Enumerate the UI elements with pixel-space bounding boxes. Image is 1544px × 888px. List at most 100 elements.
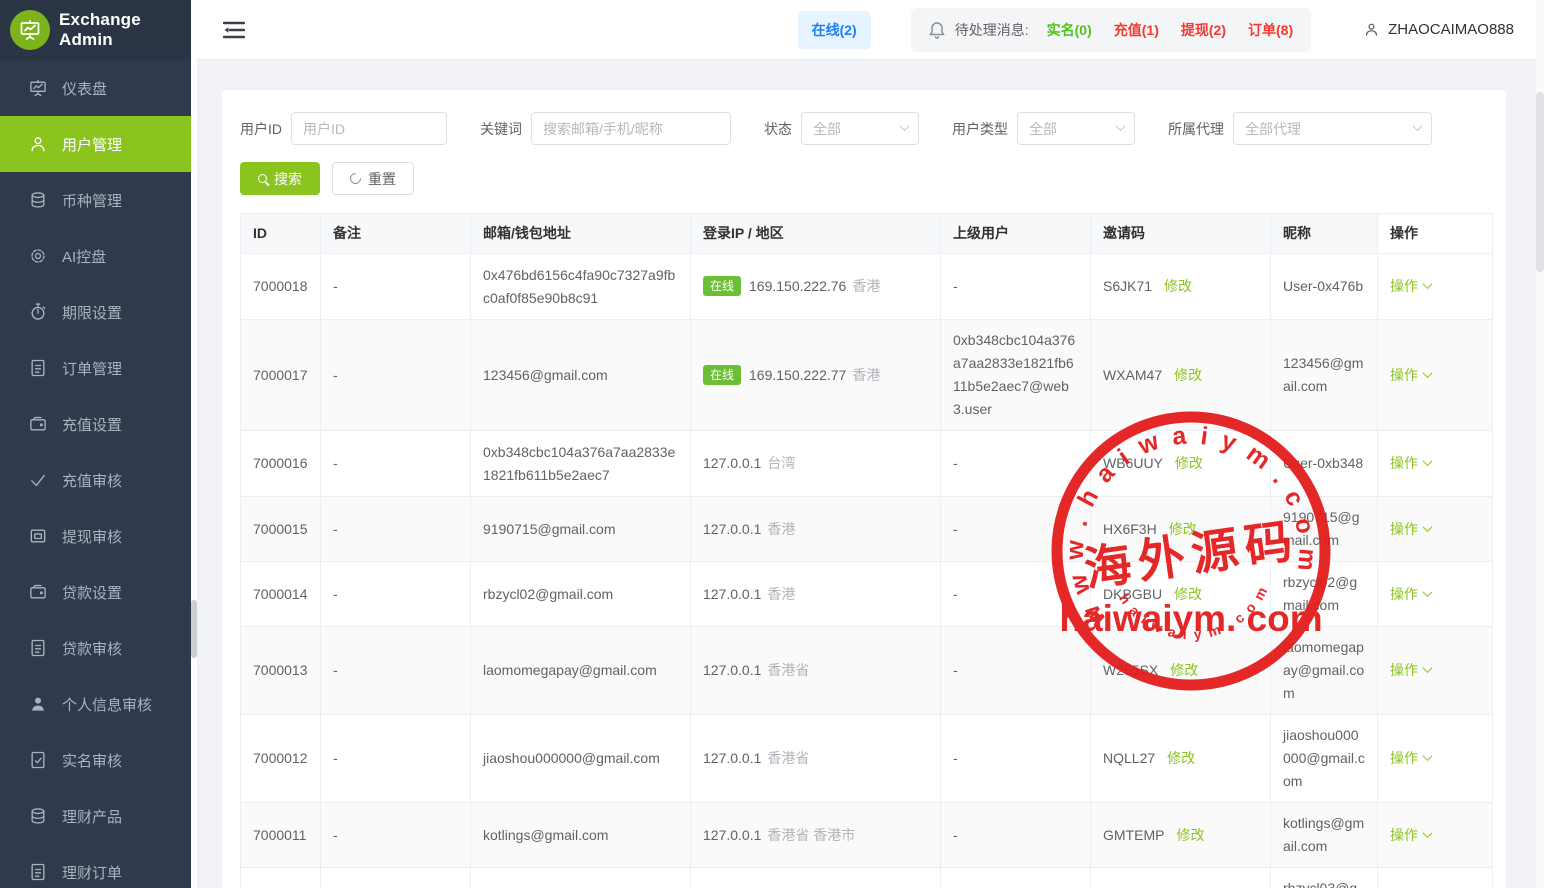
chevron-down-icon — [1423, 663, 1433, 673]
parent-user: 0xb348cbc104a376a7aa2833e1821fb611b5e2ae… — [953, 332, 1075, 417]
sidebar-item-13[interactable]: 理财产品 — [0, 788, 191, 844]
sidebar-scrollbar-thumb[interactable] — [191, 600, 197, 658]
sidebar-item-label: 提现审核 — [62, 526, 122, 547]
cell-nickname: User-0x476b — [1271, 254, 1378, 320]
email-or-wallet: kotlings@gmail.com — [483, 827, 608, 843]
modify-invite-link[interactable]: 修改 — [1175, 455, 1203, 471]
agent-select[interactable]: 全部代理 — [1233, 112, 1432, 145]
filter-user-id: 用户ID — [240, 112, 447, 145]
modify-invite-link[interactable]: 修改 — [1174, 586, 1202, 602]
chevron-down-icon — [1413, 121, 1423, 131]
modify-invite-link[interactable]: 修改 — [1170, 662, 1198, 678]
status-select-value: 全部 — [813, 119, 841, 139]
reset-button[interactable]: 重置 — [332, 162, 414, 195]
pending-items: 实名(0) 充值(1) 提现(2) 订单(8) — [1047, 20, 1294, 40]
pending-badge-3[interactable]: 订单(8) — [1248, 22, 1293, 38]
cell-nickname: rbzycl03@gmail.com — [1271, 868, 1378, 888]
table-row: 7000012-jiaoshou000000@gmail.com127.0.0.… — [241, 715, 1493, 803]
chevron-down-icon — [1116, 121, 1126, 131]
keyword-input[interactable] — [531, 112, 731, 145]
invite-code: GMTEMP — [1103, 827, 1164, 843]
cell-id: 7000018 — [241, 254, 321, 320]
user-type-select[interactable]: 全部 — [1017, 112, 1135, 145]
cell-nickname: laomomegapay@gmail.com — [1271, 627, 1378, 715]
sidebar-item-5[interactable]: 订单管理 — [0, 340, 191, 396]
email-or-wallet: 123456@gmail.com — [483, 367, 608, 383]
cell-account: kotlings@gmail.com — [471, 803, 691, 868]
check-icon — [28, 470, 48, 490]
online-count-chip[interactable]: 在线(2) — [798, 11, 871, 49]
cell-login: 127.0.0.1 香港 — [691, 562, 941, 627]
sidebar-item-2[interactable]: 币种管理 — [0, 172, 191, 228]
email-or-wallet: rbzycl02@gmail.com — [483, 586, 613, 602]
search-button[interactable]: 搜索 — [240, 162, 320, 195]
sidebar-item-9[interactable]: 贷款设置 — [0, 564, 191, 620]
pending-badge-1[interactable]: 充值(1) — [1114, 22, 1159, 38]
cell-invite: WXAM47修改 — [1091, 320, 1271, 431]
sidebar-scrollbar[interactable] — [191, 0, 197, 888]
nickname: kotlings@gmail.com — [1283, 815, 1364, 854]
cell-login: 127.0.0.1香港省 — [691, 715, 941, 803]
modify-invite-link[interactable]: 修改 — [1167, 750, 1195, 766]
sidebar-item-0[interactable]: 仪表盘 — [0, 60, 191, 116]
login-ip: 169.150.222.76 — [749, 278, 846, 294]
sidebar-item-7[interactable]: 充值审核 — [0, 452, 191, 508]
sidebar-item-11[interactable]: 个人信息审核 — [0, 676, 191, 732]
login-region: 香港省 — [767, 750, 809, 766]
nickname: rbzycl03@gmail.com — [1283, 880, 1357, 888]
pending-badge-0[interactable]: 实名(0) — [1047, 22, 1092, 38]
row-action-label: 操作 — [1390, 367, 1418, 383]
sidebar-item-label: 贷款审核 — [62, 638, 122, 659]
row-action-dropdown[interactable]: 操作 — [1390, 662, 1431, 678]
page-scrollbar[interactable] — [1536, 0, 1544, 888]
cell-remark: - — [321, 868, 471, 888]
topbar: 在线(2) 待处理消息: 实名(0)充值(1)提现(2)订单(8) ZHAOCA… — [197, 0, 1544, 60]
row-action-dropdown[interactable]: 操作 — [1390, 455, 1431, 471]
modify-invite-link[interactable]: 修改 — [1174, 367, 1202, 383]
sidebar-item-10[interactable]: 贷款审核 — [0, 620, 191, 676]
username: ZHAOCAIMAO888 — [1388, 21, 1514, 38]
modify-invite-link[interactable]: 修改 — [1176, 827, 1204, 843]
status-select[interactable]: 全部 — [801, 112, 919, 145]
main-content: 用户ID 关键词 状态 全部 用户类型 全部 — [197, 60, 1536, 888]
app-logo-row: Exchange Admin — [0, 0, 191, 60]
cell-remark: - — [321, 497, 471, 562]
row-action-dropdown[interactable]: 操作 — [1390, 750, 1431, 766]
table-row: 7000018-0x476bd6156c4fa90c7327a9fbc0af0f… — [241, 254, 1493, 320]
sidebar-item-label: 实名审核 — [62, 750, 122, 771]
row-action-dropdown[interactable]: 操作 — [1390, 586, 1431, 602]
row-action-dropdown[interactable]: 操作 — [1390, 827, 1431, 843]
user-id-input[interactable] — [291, 112, 447, 145]
modify-invite-link[interactable]: 修改 — [1169, 521, 1197, 537]
login-ip: 127.0.0.1 — [703, 586, 761, 602]
cell-login: 在线169.150.222.77香港 — [691, 320, 941, 431]
row-action-label: 操作 — [1390, 827, 1418, 843]
cell-remark: - — [321, 320, 471, 431]
sidebar-item-8[interactable]: 提现审核 — [0, 508, 191, 564]
cell-parent: djttasso@qq.com — [941, 868, 1091, 888]
sidebar-item-6[interactable]: 充值设置 — [0, 396, 191, 452]
modify-invite-link[interactable]: 修改 — [1164, 278, 1192, 294]
sidebar-item-3[interactable]: AI控盘 — [0, 228, 191, 284]
row-action-dropdown[interactable]: 操作 — [1390, 367, 1431, 383]
login-region: 香港 — [767, 586, 795, 602]
sidebar-item-14[interactable]: 理财订单 — [0, 844, 191, 888]
user-menu[interactable]: ZHAOCAIMAO888 — [1363, 21, 1514, 38]
remark: - — [333, 367, 338, 383]
sidebar-item-12[interactable]: 实名审核 — [0, 732, 191, 788]
cell-parent: - — [941, 254, 1091, 320]
sidebar-item-1[interactable]: 用户管理 — [0, 116, 191, 172]
page-root: Exchange Admin 仪表盘用户管理币种管理AI控盘期限设置订单管理充值… — [0, 0, 1544, 888]
pending-badge-2[interactable]: 提现(2) — [1181, 22, 1226, 38]
row-action-dropdown[interactable]: 操作 — [1390, 521, 1431, 537]
row-action-dropdown[interactable]: 操作 — [1390, 278, 1431, 294]
page-scrollbar-thumb[interactable] — [1536, 92, 1544, 272]
reset-button-label: 重置 — [368, 169, 396, 189]
collapse-menu-icon[interactable] — [223, 21, 245, 39]
cell-id: 7000012 — [241, 715, 321, 803]
user-id: 7000017 — [253, 367, 308, 383]
cell-action: 操作 — [1378, 868, 1493, 888]
sidebar-item-4[interactable]: 期限设置 — [0, 284, 191, 340]
cell-nickname: 123456@gmail.com — [1271, 320, 1378, 431]
cell-remark: - — [321, 627, 471, 715]
